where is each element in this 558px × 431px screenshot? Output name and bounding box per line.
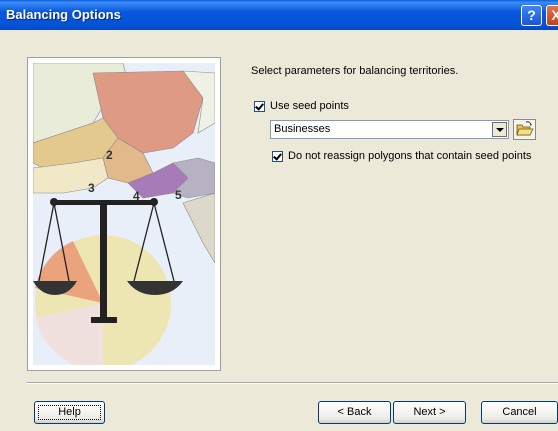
no-reassign-checkbox[interactable] [272, 151, 283, 162]
back-button[interactable]: < Back [318, 401, 391, 424]
map-label-3: 3 [88, 181, 95, 195]
map-label-2: 2 [106, 148, 113, 162]
close-button[interactable]: X [546, 5, 558, 26]
close-icon: X [551, 7, 558, 23]
title-bar: Balancing Options ? X [0, 0, 558, 30]
seed-layer-value: Businesses [274, 123, 331, 135]
back-button-label: < Back [337, 406, 372, 418]
dialog-body: 2 3 4 5 Select parameters for balancing … [0, 30, 558, 431]
chevron-down-icon[interactable] [492, 122, 507, 137]
illustration-frame: 2 3 4 5 [27, 57, 221, 371]
open-folder-icon [516, 121, 534, 136]
instructions-text: Select parameters for balancing territor… [251, 65, 459, 77]
cancel-button-label: Cancel [502, 406, 537, 418]
help-button[interactable]: Help [34, 401, 105, 424]
cancel-button[interactable]: Cancel [481, 401, 558, 424]
divider [27, 382, 558, 384]
help-title-button[interactable]: ? [521, 5, 542, 26]
map-label-5: 5 [175, 188, 182, 202]
window-title: Balancing Options [6, 7, 121, 22]
seed-layer-dropdown[interactable]: Businesses [270, 120, 509, 139]
scale-map-image: 2 3 4 5 [33, 63, 215, 365]
browse-button[interactable] [513, 119, 536, 140]
no-reassign-label: Do not reassign polygons that contain se… [288, 150, 532, 162]
next-button[interactable]: Next > [393, 401, 466, 424]
question-icon: ? [527, 7, 536, 23]
use-seed-points-checkbox[interactable] [254, 101, 265, 112]
use-seed-points-label: Use seed points [270, 100, 349, 112]
next-button-label: Next > [413, 406, 446, 418]
focus-rect [38, 405, 101, 420]
balance-map-illustration: 2 3 4 5 [33, 63, 215, 365]
